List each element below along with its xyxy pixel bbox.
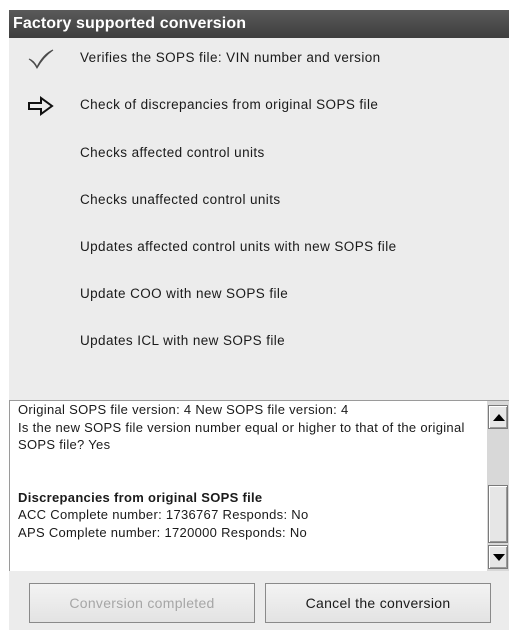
arrow-right-icon (27, 95, 55, 117)
log-line: Is the new SOPS file version number equa… (18, 419, 465, 453)
log-line: Original SOPS file version: 4 New SOPS f… (18, 402, 349, 417)
step-label: Update COO with new SOPS file (80, 286, 289, 301)
arrow-up-icon (493, 414, 505, 421)
log-scrollbar[interactable] (487, 400, 509, 571)
step-label: Verifies the SOPS file: VIN number and v… (80, 50, 381, 65)
step-label: Updates affected control units with new … (80, 239, 397, 254)
step-update-affected: Updates affected control units with new … (9, 227, 509, 267)
step-label: Updates ICL with new SOPS file (80, 333, 286, 348)
arrow-down-icon (493, 554, 505, 561)
step-label: Check of discrepancies from original SOP… (80, 97, 379, 112)
checkmark-icon (27, 48, 55, 70)
step-label: Checks affected control units (80, 145, 265, 160)
log-textbox[interactable]: Original SOPS file version: 4 New SOPS f… (9, 400, 487, 571)
step-check-affected: Checks affected control units (9, 133, 509, 173)
step-check-unaffected: Checks unaffected control units (9, 180, 509, 220)
log-spacer (18, 454, 483, 489)
conversion-window: Factory supported conversion Verifies th… (9, 10, 509, 630)
step-update-icl: Updates ICL with new SOPS file (9, 321, 509, 361)
scroll-up-button[interactable] (488, 405, 508, 429)
step-label: Checks unaffected control units (80, 192, 281, 207)
step-check-discrepancies: Check of discrepancies from original SOP… (9, 85, 509, 125)
scroll-thumb[interactable] (488, 485, 508, 543)
log-line: ACC Complete number: 1736767 Responds: N… (18, 507, 309, 522)
log-heading: Discrepancies from original SOPS file (18, 489, 263, 505)
scroll-down-button[interactable] (488, 545, 508, 569)
window-title: Factory supported conversion (9, 10, 509, 38)
cancel-conversion-button[interactable]: Cancel the conversion (265, 583, 491, 623)
step-update-coo: Update COO with new SOPS file (9, 274, 509, 314)
conversion-completed-button: Conversion completed (29, 583, 255, 623)
step-verify-sops: Verifies the SOPS file: VIN number and v… (9, 38, 509, 78)
log-line: APS Complete number: 1720000 Responds: N… (18, 524, 308, 540)
